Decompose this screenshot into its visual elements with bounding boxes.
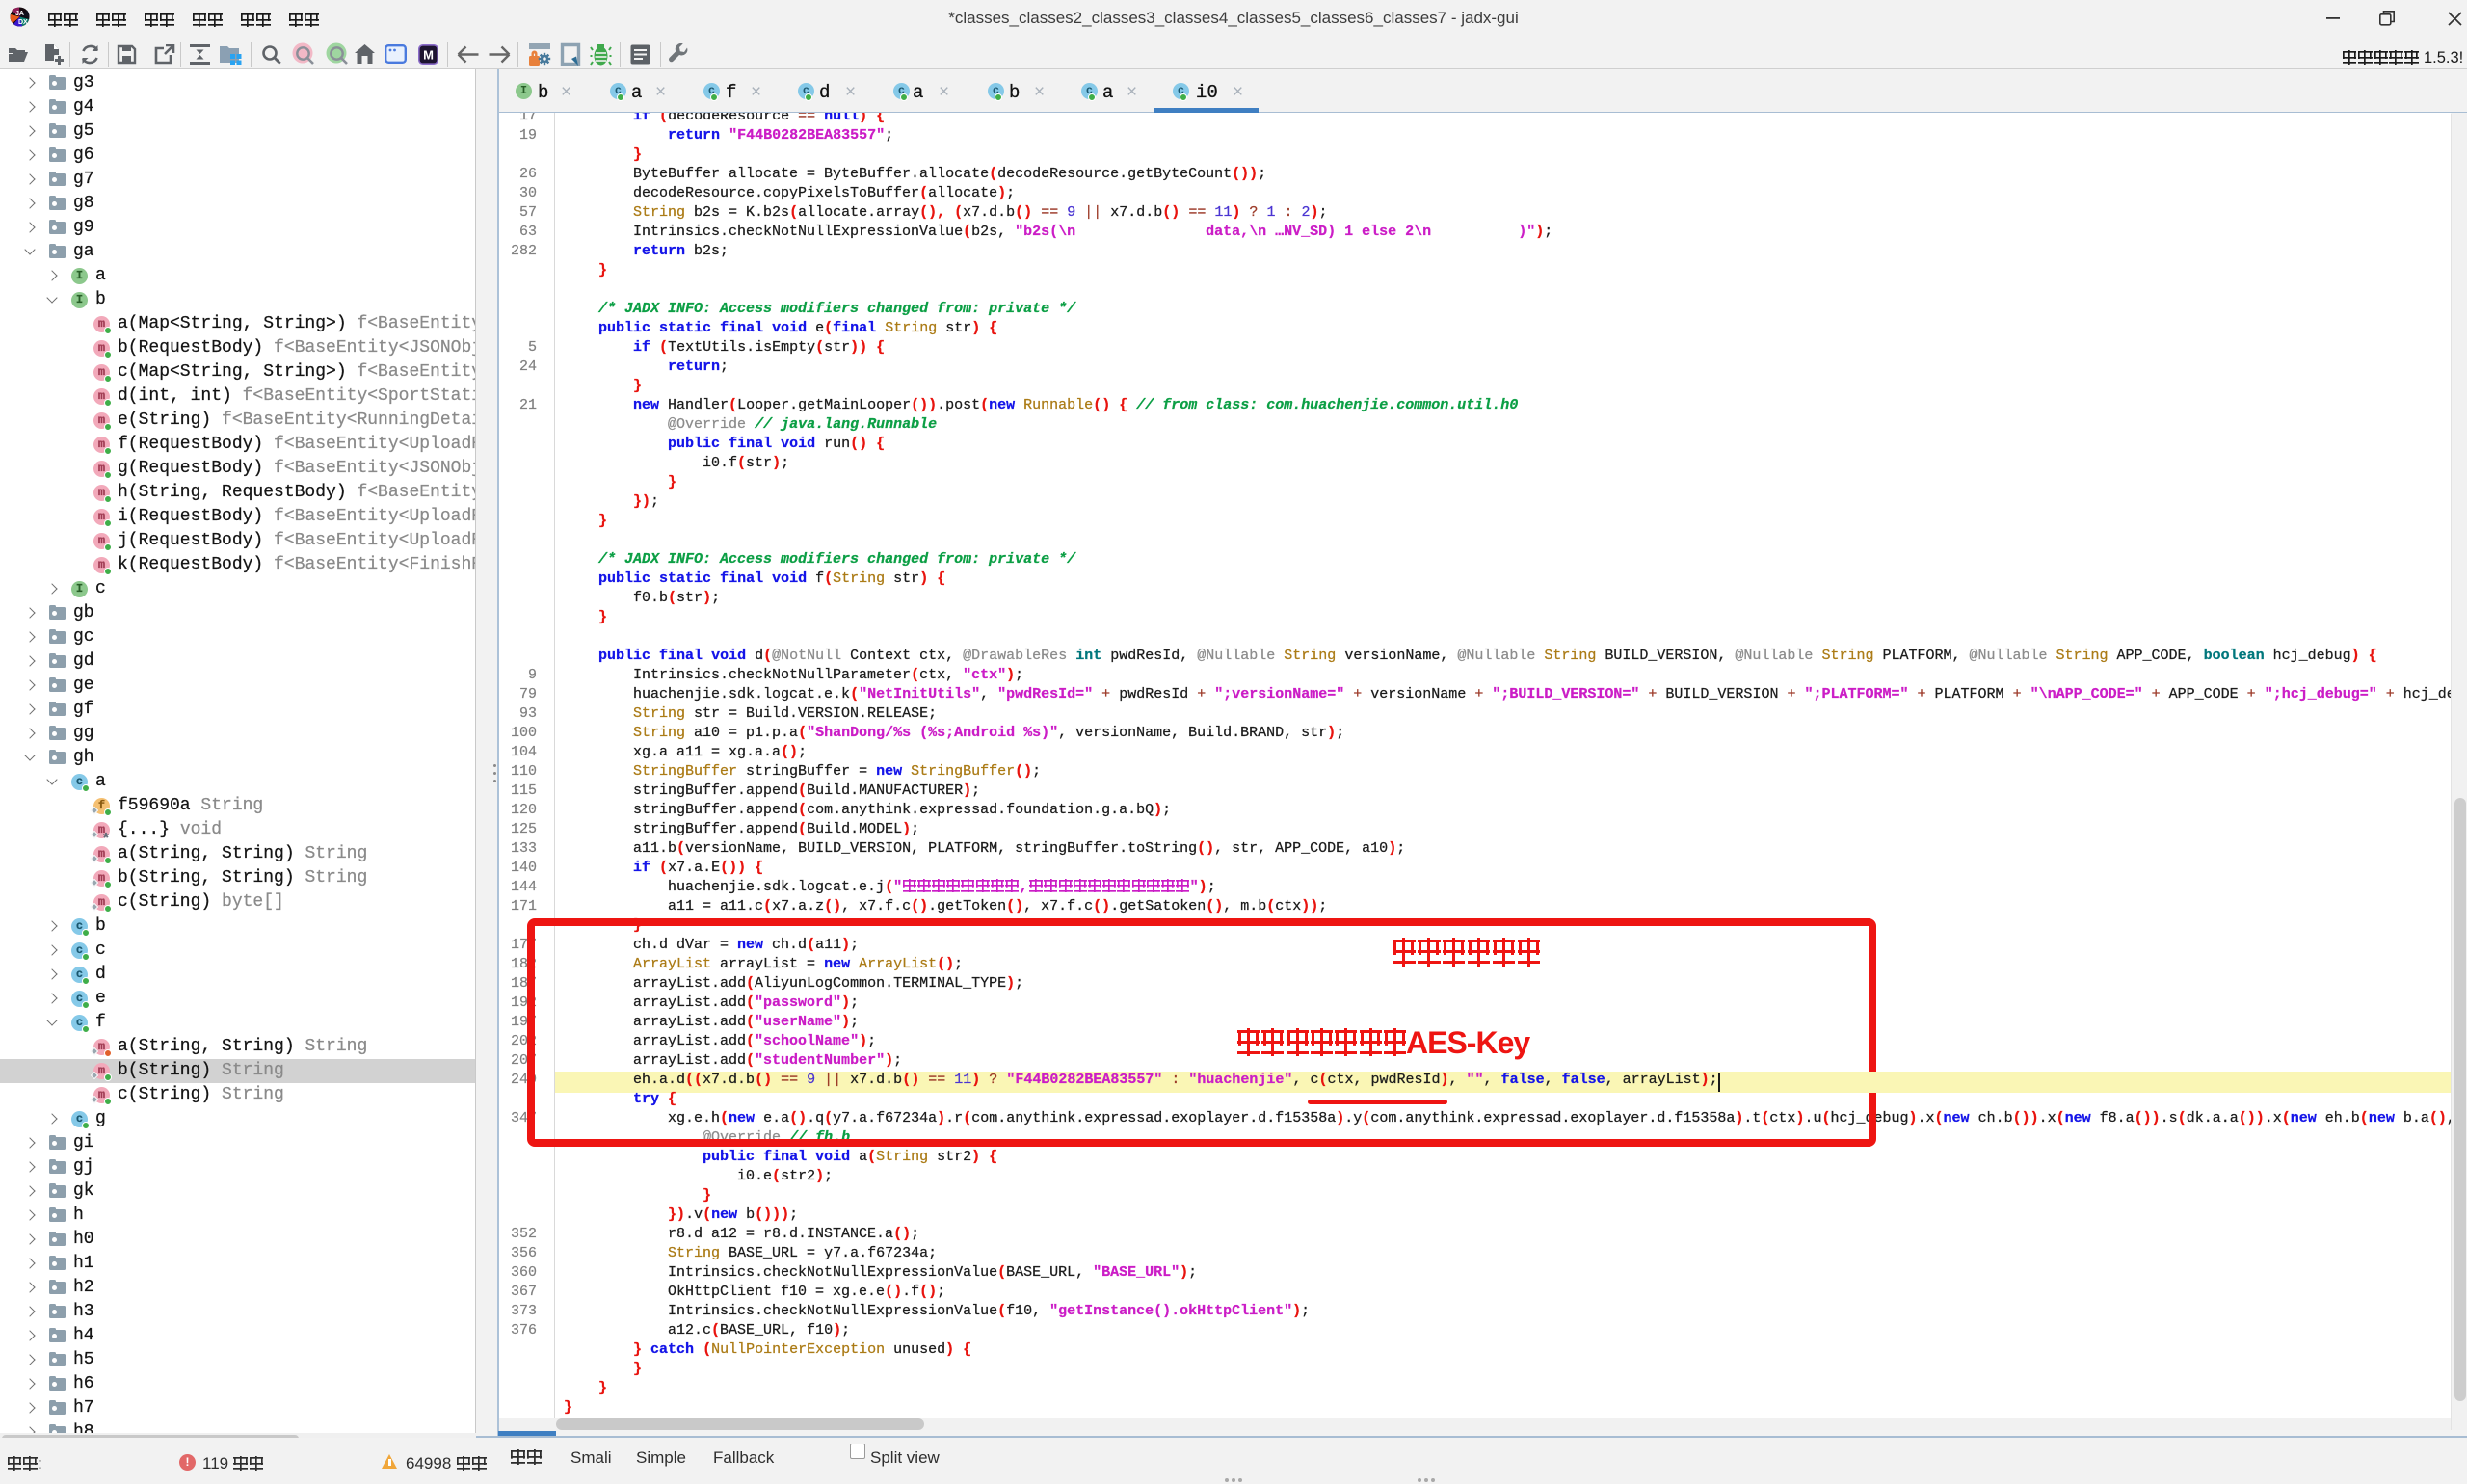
svg-text:M: M (423, 48, 434, 63)
